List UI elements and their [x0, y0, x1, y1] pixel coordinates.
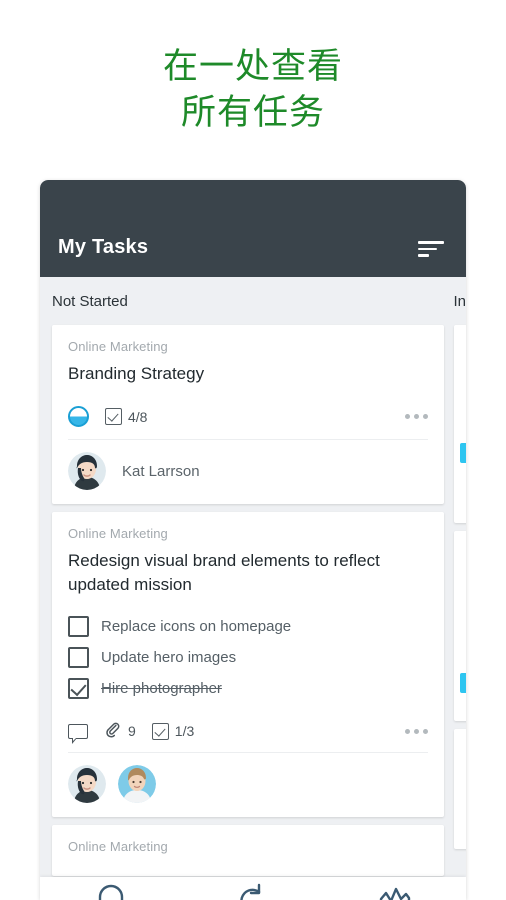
sort-icon-bar-2 — [418, 247, 437, 251]
page-headline: 在一处查看 所有任务 — [0, 44, 506, 136]
task-card[interactable]: Online Marketing — [52, 825, 444, 876]
task-card[interactable]: Online Marketing Branding Strategy 4/8 K… — [52, 325, 444, 504]
home-icon — [98, 884, 124, 900]
column-not-started: Online Marketing Branding Strategy 4/8 K… — [52, 325, 444, 900]
dot-1 — [405, 414, 410, 419]
avatar[interactable] — [68, 765, 106, 803]
phone-mockup: My Tasks Not Started In Online Marketing — [40, 180, 466, 900]
sort-icon-bar-1 — [418, 241, 444, 244]
subtask-count: 4/8 — [128, 408, 148, 425]
card-assignees — [68, 753, 428, 817]
comment-bubble-icon — [68, 723, 88, 744]
subtask-item[interactable]: Hire photographer — [68, 673, 428, 704]
headline-line-2: 所有任务 — [180, 93, 325, 132]
avatar-photo-2 — [118, 765, 156, 803]
attachment-indicator[interactable]: 9 — [104, 722, 136, 740]
status-chip — [460, 443, 466, 463]
task-card-peek[interactable] — [454, 325, 466, 523]
checkbox-icon[interactable] — [68, 647, 89, 668]
page-title: My Tasks — [58, 236, 149, 258]
subtask-label: Replace icons on homepage — [101, 618, 292, 635]
card-project-label: Online Marketing — [68, 526, 168, 541]
bottom-navigation — [40, 877, 466, 900]
dot-3 — [423, 728, 428, 734]
task-card[interactable]: Online Marketing Redesign visual brand e… — [52, 512, 444, 817]
avatar-photo-kat — [68, 452, 106, 490]
card-project-label: Online Marketing — [68, 339, 168, 354]
checkbox-icon — [151, 722, 169, 740]
task-card-peek[interactable] — [454, 531, 466, 721]
paperclip-icon — [104, 722, 122, 740]
screenshot-root: 在一处查看 所有任务 My Tasks Not Started In Onlin… — [0, 0, 506, 900]
card-title: Redesign visual brand elements to reflec… — [68, 551, 380, 594]
subtask-counter: 1/3 — [151, 722, 195, 740]
refresh-icon — [240, 883, 261, 900]
status-chip — [460, 673, 466, 693]
avatar-photo-1 — [68, 765, 106, 803]
dot-2 — [414, 414, 419, 419]
subtask-label: Hire photographer — [101, 680, 222, 697]
subtask-item[interactable]: Replace icons on homepage — [68, 611, 428, 642]
avatar[interactable] — [68, 452, 106, 490]
dot-1 — [405, 728, 410, 734]
checkbox-icon — [105, 408, 122, 425]
sort-icon-bar-3 — [418, 254, 429, 258]
nav-item-home[interactable] — [81, 883, 141, 900]
subtask-count: 1/3 — [174, 723, 195, 739]
app-bar: My Tasks — [40, 180, 466, 277]
card-project-label: Online Marketing — [68, 839, 168, 854]
checkbox-icon[interactable] — [68, 616, 89, 637]
subtask-counter: 4/8 — [105, 408, 147, 425]
checkbox-checked-icon[interactable] — [68, 678, 89, 699]
dot-3 — [423, 414, 428, 419]
board-columns: Online Marketing Branding Strategy 4/8 K… — [40, 325, 466, 900]
subtask-label: Update hero images — [101, 649, 237, 666]
card-subtask-list: Replace icons on homepage Update hero im… — [68, 611, 428, 704]
chart-icon — [379, 887, 411, 900]
column-headers: Not Started In — [40, 277, 466, 322]
avatar[interactable] — [118, 765, 156, 803]
column-header-not-started[interactable]: Not Started — [52, 293, 453, 310]
more-options-icon[interactable] — [405, 414, 428, 419]
attachment-count: 9 — [128, 723, 136, 739]
half-filled-circle-icon — [68, 406, 89, 427]
progress-indicator — [68, 406, 89, 427]
assignee-name: Kat Larrson — [122, 462, 200, 480]
nav-item-refresh[interactable] — [223, 883, 283, 900]
card-meta-row: 4/8 — [68, 400, 428, 440]
column-header-in-progress[interactable]: In — [453, 293, 466, 310]
headline-line-1: 在一处查看 — [162, 47, 343, 86]
more-options-icon[interactable] — [405, 728, 428, 734]
nav-item-chart[interactable] — [365, 883, 425, 900]
task-board[interactable]: Not Started In Online Marketing Branding… — [40, 277, 466, 900]
column-in-progress — [454, 325, 466, 900]
task-card-peek[interactable] — [454, 729, 466, 849]
sort-icon[interactable] — [418, 241, 444, 261]
dot-2 — [414, 728, 419, 734]
card-meta-row: 9 1/3 — [68, 716, 428, 753]
card-assignees: Kat Larrson — [68, 440, 428, 504]
subtask-item[interactable]: Update hero images — [68, 642, 428, 673]
comment-indicator[interactable] — [68, 723, 88, 744]
card-title: Branding Strategy — [68, 364, 205, 383]
